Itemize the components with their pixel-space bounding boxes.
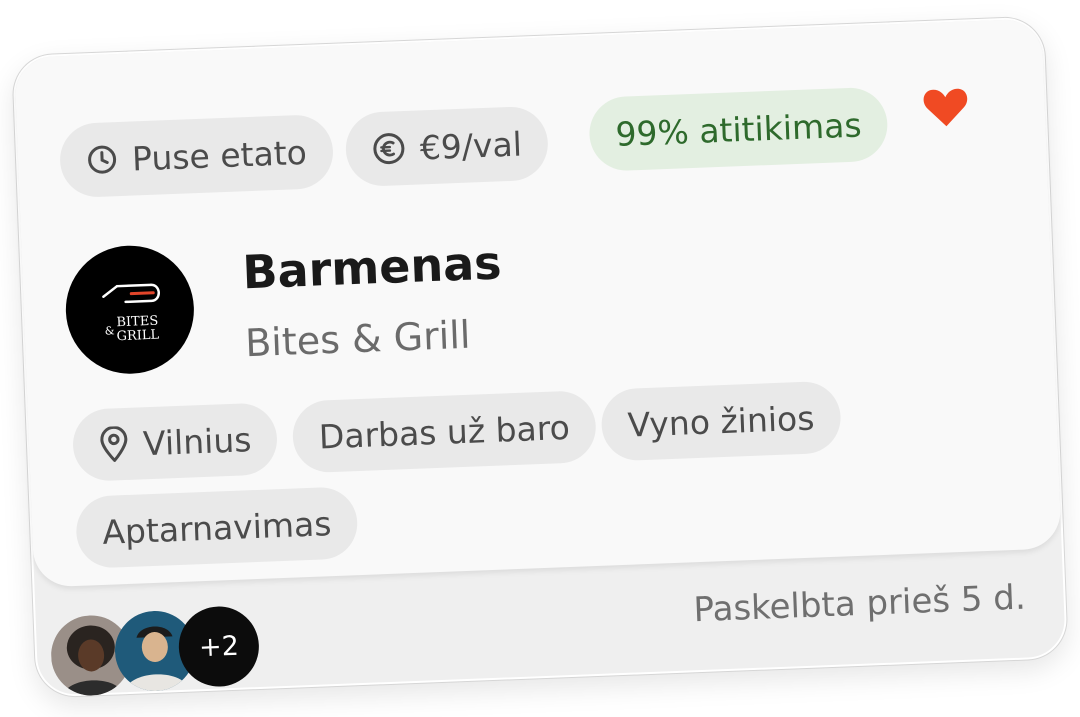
skill-label: Darbas už baro <box>318 407 571 457</box>
match-badge: 99% atitikimas <box>588 86 889 172</box>
location-pin-icon <box>100 425 128 462</box>
location-label: Vilnius <box>142 419 253 463</box>
job-title[interactable]: Barmenas <box>241 235 502 299</box>
match-label: 99% atitikimas <box>614 105 863 154</box>
clock-icon <box>88 145 117 174</box>
location-tag: Vilnius <box>71 402 279 482</box>
heart-icon[interactable] <box>921 85 971 129</box>
skill-tag: Darbas už baro <box>291 389 598 474</box>
rate-label: €9/val <box>419 124 523 167</box>
skill-tag: Aptarnavimas <box>75 486 359 569</box>
skill-label: Vyno žinios <box>626 398 816 445</box>
logo-mark: BITES & GRILL <box>102 283 160 345</box>
job-card[interactable]: Puse etato €9/val 99% atitikimas BITES &… <box>12 16 1068 698</box>
logo-text-line2: GRILL <box>116 328 159 345</box>
skill-label: Aptarnavimas <box>101 503 333 552</box>
company-name: Bites & Grill <box>244 312 472 366</box>
skill-tag: Vyno žinios <box>600 380 842 462</box>
card-body: Puse etato €9/val 99% atitikimas BITES &… <box>14 18 1062 588</box>
euro-icon <box>373 133 405 165</box>
logo-text-amp: & <box>105 324 115 337</box>
rate-tag: €9/val <box>344 105 550 188</box>
schedule-label: Puse etato <box>131 132 308 178</box>
company-logo: BITES & GRILL <box>63 243 197 377</box>
schedule-tag: Puse etato <box>58 113 335 199</box>
